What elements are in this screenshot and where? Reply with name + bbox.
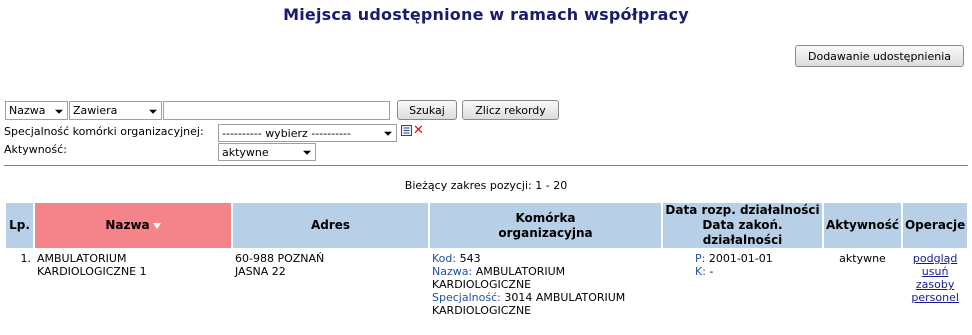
add-share-button[interactable]: Dodawanie udostępnienia	[795, 45, 964, 67]
activity-label: Aktywność:	[4, 143, 67, 156]
col-operations-header: Operacje	[902, 203, 968, 248]
chevron-down-icon	[303, 150, 311, 155]
col-address-header: Adres	[233, 203, 428, 248]
row-name-line-1: AMBULATORIUM	[37, 252, 127, 265]
col-name-label: Nazwa	[105, 218, 150, 232]
activity-select[interactable]: aktywne	[218, 143, 316, 161]
activity-select-value: aktywne	[222, 145, 269, 159]
operator-select-value: Zawiera	[73, 104, 118, 117]
col-unit-label-2: organizacyjna	[498, 225, 593, 240]
row-unit: Kod: 543 Nazwa: AMBULATORIUM KARDIOLOGIC…	[430, 250, 661, 319]
chevron-down-icon	[149, 109, 157, 114]
specialty-key: Specjalność:	[432, 291, 501, 304]
col-dates-label-2: Data zakoń. działalności	[702, 218, 783, 247]
chevron-down-icon	[55, 109, 63, 114]
row-name: AMBULATORIUM KARDIOLOGICZNE 1	[35, 250, 231, 319]
field-select[interactable]: Nazwa	[5, 101, 68, 120]
clear-icon[interactable]: ✕	[413, 124, 424, 137]
unit-name-value-2: KARDIOLOGICZNE	[432, 278, 532, 291]
table-row: 1. AMBULATORIUM KARDIOLOGICZNE 1 60-988 …	[6, 250, 968, 319]
list-icon[interactable]	[401, 125, 412, 136]
start-date-value: 2001-01-01	[708, 252, 773, 265]
specialty-value-1: 3014 AMBULATORIUM	[504, 291, 626, 304]
end-date-value: -	[709, 265, 714, 278]
field-select-value: Nazwa	[9, 104, 46, 117]
row-dates: P: 2001-01-01 K: -	[663, 250, 822, 319]
sort-desc-icon	[152, 222, 161, 229]
results-table: Lp. Nazwa Adres Komórka organizacyjna Da…	[4, 201, 969, 321]
chevron-down-icon	[384, 131, 392, 136]
col-unit-header: Komórka organizacyjna	[430, 203, 661, 248]
row-operations: podgląd usuń zasoby personel	[902, 250, 968, 319]
count-records-button[interactable]: Zlicz rekordy	[462, 100, 559, 120]
resources-link-line-2: personel	[911, 291, 959, 304]
table-header-row: Lp. Nazwa Adres Komórka organizacyjna Da…	[6, 203, 968, 248]
row-lp: 1.	[6, 250, 33, 319]
delete-link[interactable]: usuń	[922, 265, 949, 278]
col-dates-header: Data rozp. działalności Data zakoń. dzia…	[663, 203, 822, 248]
specialty-select-value: ---------- wybierz ----------	[222, 126, 351, 140]
resources-link[interactable]: zasoby personel	[911, 278, 959, 304]
row-activity: aktywne	[824, 250, 901, 319]
row-address-line-2: JASNA 22	[235, 265, 286, 278]
search-button[interactable]: Szukaj	[397, 100, 457, 120]
range-info: Bieżący zakres pozycji: 1 - 20	[404, 179, 568, 192]
unit-name-key: Nazwa:	[432, 265, 473, 278]
row-name-line-2: KARDIOLOGICZNE 1	[37, 265, 147, 278]
specialty-label: Specjalność komórki organizacyjnej:	[4, 125, 204, 138]
col-name-header[interactable]: Nazwa	[35, 203, 231, 248]
code-value: 543	[459, 252, 481, 265]
code-key: Kod:	[432, 252, 457, 265]
row-address-line-1: 60-988 POZNAŃ	[235, 252, 325, 265]
col-dates-label-1: Data rozp. działalności	[665, 203, 820, 217]
col-lp-header: Lp.	[6, 203, 33, 248]
start-date-key: P:	[695, 252, 706, 265]
specialty-select[interactable]: ---------- wybierz ----------	[218, 124, 397, 142]
operator-select[interactable]: Zawiera	[69, 101, 162, 120]
col-unit-label-1: Komórka	[515, 210, 576, 225]
col-activity-header: Aktywność	[824, 203, 901, 248]
end-date-key: K:	[695, 265, 706, 278]
specialty-value-2: KARDIOLOGICZNE	[432, 304, 532, 317]
row-address: 60-988 POZNAŃ JASNA 22	[233, 250, 428, 319]
page-title: Miejsca udostępnione w ramach współpracy	[283, 5, 689, 24]
view-link[interactable]: podgląd	[913, 252, 957, 265]
divider	[4, 165, 968, 166]
resources-link-line-1: zasoby	[915, 278, 955, 291]
unit-name-value-1: AMBULATORIUM	[475, 265, 566, 278]
search-input[interactable]	[163, 101, 390, 120]
